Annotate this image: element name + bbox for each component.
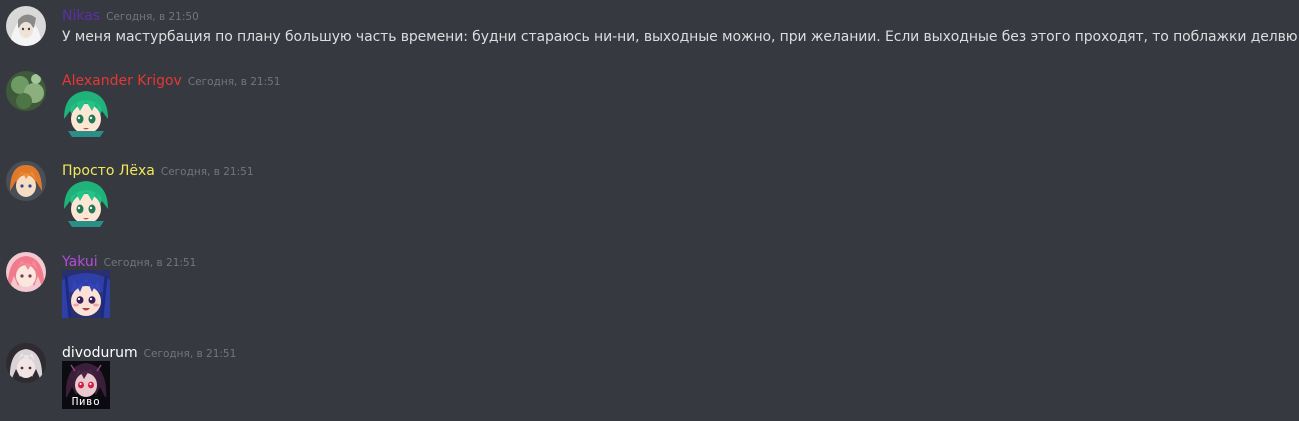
user-avatar[interactable] [6, 161, 46, 201]
chat-message: Yakui Сегодня, в 21:51 [0, 252, 1299, 322]
sticker-image[interactable] [62, 89, 110, 137]
username[interactable]: Nikas [62, 8, 100, 24]
username[interactable]: divodurum [62, 345, 138, 361]
chat-message: Просто Лёха Сегодня, в 21:51 [0, 161, 1299, 231]
sticker-image[interactable] [62, 179, 110, 227]
user-avatar[interactable] [6, 252, 46, 292]
timestamp: Сегодня, в 21:51 [187, 76, 281, 88]
chat-message-list: Nikas Сегодня, в 21:50 У меня мастурбация… [0, 0, 1299, 421]
timestamp: Сегодня, в 21:51 [103, 257, 197, 269]
message-header: Просто Лёха Сегодня, в 21:51 [62, 161, 254, 181]
user-avatar[interactable] [6, 343, 46, 383]
username[interactable]: Yakui [62, 254, 98, 270]
message-header: Alexander Krigov Сегодня, в 21:51 [62, 71, 280, 91]
timestamp: Сегодня, в 21:51 [160, 166, 254, 178]
message-header: Nikas Сегодня, в 21:50 [62, 6, 199, 26]
user-avatar[interactable] [6, 6, 46, 46]
sticker-image[interactable]: Пиво [62, 361, 110, 409]
chat-message: divodurum Сегодня, в 21:51 Пиво [0, 343, 1299, 413]
username[interactable]: Просто Лёха [62, 163, 155, 179]
user-avatar[interactable] [6, 71, 46, 111]
chat-message: Nikas Сегодня, в 21:50 У меня мастурбация… [0, 6, 1299, 56]
timestamp: Сегодня, в 21:50 [106, 11, 199, 23]
message-text: У меня мастурбация по плану большую част… [62, 29, 1298, 45]
timestamp: Сегодня, в 21:51 [143, 348, 237, 360]
message-header: divodurum Сегодня, в 21:51 [62, 343, 236, 363]
sticker-caption: Пиво [71, 395, 101, 408]
username[interactable]: Alexander Krigov [62, 73, 182, 89]
message-header: Yakui Сегодня, в 21:51 [62, 252, 196, 272]
chat-message: Alexander Krigov Сегодня, в 21:51 [0, 71, 1299, 141]
sticker-image[interactable] [62, 270, 110, 318]
